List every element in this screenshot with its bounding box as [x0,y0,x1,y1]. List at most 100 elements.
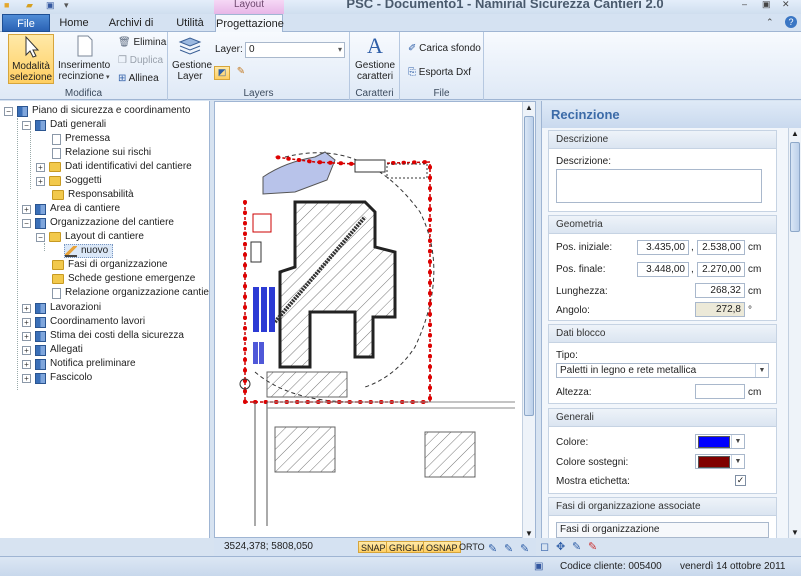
layout-drawing-icon [65,245,77,257]
lunghezza-field[interactable]: 268,32 [695,283,745,298]
esporta-dxf-button[interactable]: ⎘ Esporta Dxf [408,66,471,80]
elimina-button[interactable]: 🗑 Elimina [118,36,166,50]
modalita-selezione-button[interactable]: Modalità selezione [8,34,54,84]
osnap-toggle[interactable]: OSNAP [423,541,461,553]
scroll-down-icon[interactable]: ▼ [525,529,533,538]
layers-icon [178,37,202,55]
canvas-vertical-scrollbar[interactable]: ▲ ▼ [522,102,535,539]
expand-icon[interactable]: + [22,317,31,327]
help-icon[interactable]: ? [785,16,797,28]
tree-item-dati-generali[interactable]: − Dati generali [22,118,106,132]
expand-icon[interactable]: + [22,345,31,355]
layer-select[interactable]: 0 ▾ [245,42,345,58]
chevron-down-icon: ▼ [731,455,744,468]
pencil-icon[interactable]: ✎ [572,540,581,553]
scroll-down-icon[interactable]: ▼ [791,528,799,537]
layer-tool-1-icon[interactable]: ◩ [214,66,230,80]
allinea-button[interactable]: ⊞ Allinea [118,72,159,86]
site-plan-drawing[interactable] [215,102,523,526]
pos-finale-y-field[interactable]: 2.270,00 [697,262,745,277]
tree-item-relazione-rischi[interactable]: Relazione sui rischi [52,146,151,160]
tree-item-fasi[interactable]: Fasi di organizzazione [52,258,168,272]
altezza-label: Altezza: [556,387,592,398]
layer-tool-2-icon[interactable]: ✎ [233,66,249,80]
gestione-caratteri-button[interactable]: A Gestione caratteri [354,34,396,83]
mostra-etichetta-checkbox[interactable]: ✓ [735,475,746,486]
inserimento-recinzione-button[interactable]: Inserimento recinzione ▾ [58,34,110,83]
dropdown-arrow-icon: ▾ [104,74,110,81]
expand-icon[interactable]: + [22,204,31,214]
tab-progettazione[interactable]: Progettazione [215,14,284,33]
expand-icon[interactable]: + [36,176,45,186]
properties-scrollbar[interactable]: ▲ ▼ [788,128,801,538]
expand-icon[interactable]: + [22,373,31,383]
tree-item-organizzazione[interactable]: − Organizzazione del cantiere [22,216,174,230]
tipo-select[interactable]: Paletti in legno e rete metallica ▼ [556,363,769,378]
pos-finale-x-field[interactable]: 3.448,00 [637,262,689,277]
group-caratteri-label: Caratteri [355,88,394,99]
snap-toggle[interactable]: SNAP [358,541,389,553]
pos-iniziale-y-field[interactable]: 2.538,00 [697,240,745,255]
tree-item-relazione-org[interactable]: Relazione organizzazione cantiere [52,286,209,300]
tree-root[interactable]: − Piano di sicurezza e coordinamento [4,104,190,118]
collapse-icon[interactable]: − [36,232,45,242]
maximize-icon[interactable]: ▣ [762,0,771,9]
folder-icon [52,274,64,284]
tree-item-soggetti[interactable]: + Soggetti [36,174,102,188]
duplica-button[interactable]: ❐ Duplica [118,54,163,68]
carica-sfondo-label: Carica sfondo [419,43,481,54]
collapse-icon[interactable]: − [22,120,31,130]
tree-item-area[interactable]: + Area di cantiere [22,202,120,216]
expand-icon[interactable]: + [36,162,45,172]
scroll-thumb[interactable] [524,116,534,416]
tree-item-allegati[interactable]: + Allegati [22,343,83,357]
orto-toggle[interactable]: ORTO [457,541,487,553]
ribbon-collapse-icon[interactable]: ⌃ [766,18,774,27]
expand-icon[interactable]: + [22,303,31,313]
tree-item-stima[interactable]: + Stima dei costi della sicurezza [22,329,184,343]
close-icon[interactable]: ✕ [782,0,790,9]
gestione-layer-button[interactable]: Gestione Layer [172,34,212,82]
tab-archivi[interactable]: Archivi di base [98,14,164,47]
colore-picker[interactable]: ▼ [695,434,745,449]
select-rect-icon[interactable]: ◻ [540,540,549,553]
tree-item-layout[interactable]: − Layout di cantiere [36,230,144,244]
scroll-up-icon[interactable]: ▲ [525,103,533,112]
tree-item-notifica[interactable]: + Notifica preliminare [22,357,136,371]
scroll-up-icon[interactable]: ▲ [791,129,799,138]
tree-item-dati-identificativi[interactable]: + Dati identificativi del cantiere [36,160,192,174]
group-file: ✐ Carica sfondo ⎘ Esporta Dxf File [400,32,484,100]
tree-item-fascicolo[interactable]: + Fascicolo [22,371,92,385]
tree-item-schede[interactable]: Schede gestione emergenze [52,272,195,286]
tab-home[interactable]: Home [56,14,92,32]
cursor-coordinates: 3524,378; 5808,050 [224,541,313,552]
carica-sfondo-button[interactable]: ✐ Carica sfondo [408,42,481,56]
expand-icon[interactable]: + [22,331,31,341]
colore-sostegni-picker[interactable]: ▼ [695,454,745,469]
descrizione-textarea[interactable] [556,169,762,203]
separator: , [691,242,694,253]
move-icon[interactable]: ✥ [556,540,565,553]
minimize-icon[interactable]: – [742,0,747,9]
tree-item-lavorazioni[interactable]: + Lavorazioni [22,301,101,315]
tree-item-coordinamento[interactable]: + Coordinamento lavori [22,315,145,329]
collapse-icon[interactable]: − [22,218,31,228]
layout-canvas[interactable]: ▲ ▼ [214,101,536,539]
expand-icon[interactable]: + [22,359,31,369]
tree-item-premessa[interactable]: Premessa [52,132,110,146]
colore-label: Colore: [556,437,589,448]
pos-iniziale-x-field[interactable]: 3.435,00 [637,240,689,255]
tree-item-responsabilita[interactable]: Responsabilità [52,188,134,202]
tree-item-nuovo[interactable]: nuovo [64,244,114,258]
quick-access-dropdown-icon[interactable]: ▾ [64,0,69,10]
tab-file[interactable]: File [2,14,50,32]
group-layers-label: Layers [243,88,274,99]
section-geometria: Geometria Pos. iniziale: 3.435,00 , 2.53… [548,215,777,321]
tab-utilita[interactable]: Utilità [170,14,210,32]
altezza-field[interactable] [695,384,745,399]
eraser-icon[interactable]: ✎ [588,540,597,553]
collapse-icon[interactable]: − [4,106,13,116]
scroll-thumb[interactable] [790,142,800,232]
save-icon[interactable]: ▣ [46,0,55,10]
open-folder-icon[interactable]: ▰ [26,0,33,10]
